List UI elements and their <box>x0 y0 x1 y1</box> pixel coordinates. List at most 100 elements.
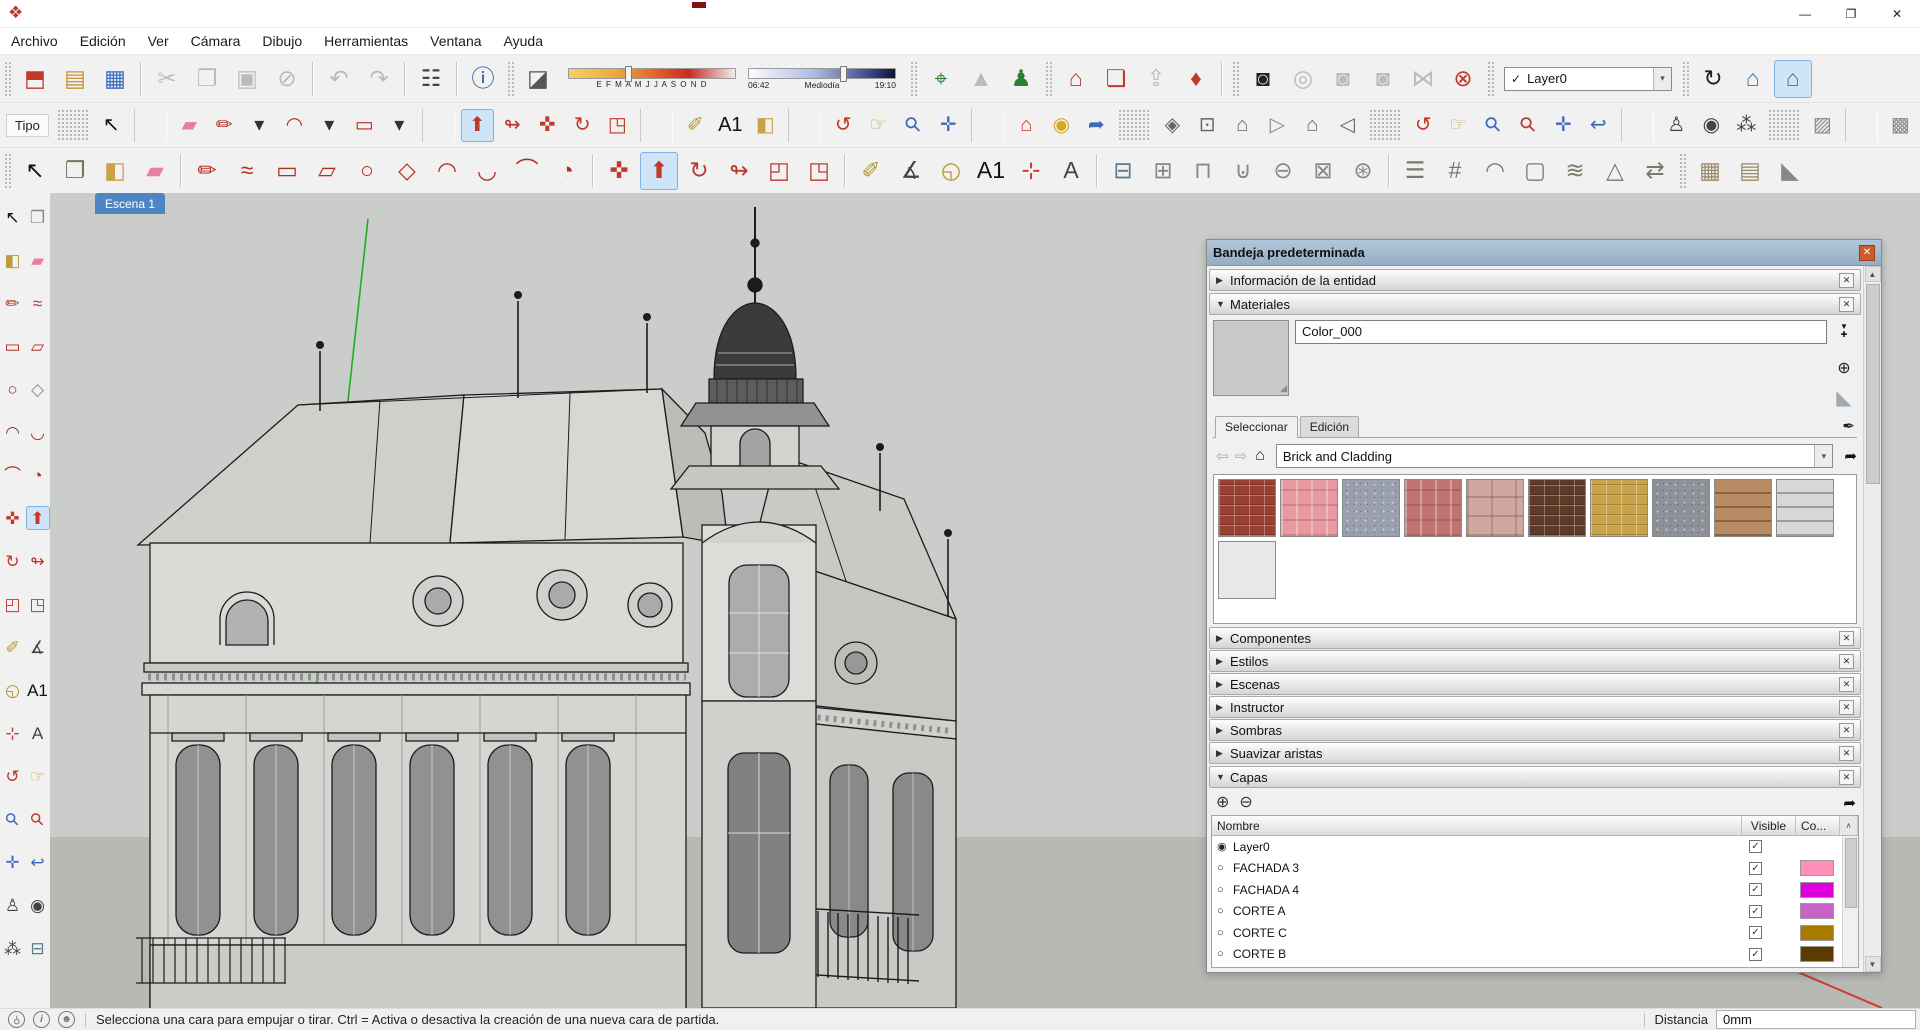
sign-in-icon[interactable]: ☻ <box>58 1011 75 1028</box>
layer-color-swatch[interactable] <box>1800 925 1834 941</box>
redo-button[interactable]: ↷ <box>360 60 398 98</box>
close-icon[interactable]: ✕ <box>1839 631 1854 646</box>
add-building-button[interactable]: ♟ <box>1002 60 1040 98</box>
add-layer-button[interactable]: ⊕ <box>1216 795 1229 811</box>
view-left-button[interactable]: ◁ <box>1331 109 1364 142</box>
look-around-tool[interactable]: ◉ <box>1695 109 1728 142</box>
collapsed-section[interactable]: ▶ Sombras ✕ <box>1209 719 1861 741</box>
select-tool[interactable]: ↖ <box>95 109 128 142</box>
create-camera-button[interactable]: ◙ <box>1244 60 1282 98</box>
layer-visible-checkbox[interactable]: ✓ <box>1749 862 1762 875</box>
detach-pane-icon[interactable]: ➦ <box>1844 447 1857 465</box>
section-materials[interactable]: ▼ Materiales ✕ <box>1209 293 1861 315</box>
date-slider-knob[interactable] <box>625 66 632 82</box>
extension-warehouse-button[interactable]: ♦ <box>1177 60 1215 98</box>
close-icon[interactable]: ✕ <box>1839 770 1854 785</box>
look-around-tool[interactable]: ◉ <box>26 893 50 917</box>
layer-radio[interactable]: ○ <box>1217 905 1233 917</box>
pan-tool[interactable]: ☞ <box>862 109 895 142</box>
section-plane-tool[interactable]: ⊟ <box>26 936 50 960</box>
eraser-tool[interactable]: ▰ <box>26 248 50 272</box>
add-location-button[interactable]: ⌖ <box>922 60 960 98</box>
layer-radio[interactable]: ○ <box>1217 884 1233 896</box>
open-model-button[interactable]: ▤ <box>56 60 94 98</box>
chevron-down-icon[interactable]: ▾ <box>1814 445 1832 467</box>
layers-scrollbar[interactable] <box>1842 836 1858 967</box>
three-point-arc-tool[interactable]: ⌒ <box>508 152 546 190</box>
previous-view-button[interactable]: ↩ <box>1582 109 1615 142</box>
stamp-tool[interactable]: ▢ <box>1516 152 1554 190</box>
dimension-tool[interactable]: ∡ <box>26 635 50 659</box>
swatch-gray-stone[interactable] <box>1652 479 1710 537</box>
polygon-tool[interactable]: ◇ <box>26 377 50 401</box>
paint-bucket-tool[interactable]: ◧ <box>1 248 25 272</box>
follow-me-tool-3[interactable]: ↬ <box>720 152 758 190</box>
share-model-button[interactable]: ⇪ <box>1137 60 1175 98</box>
collapsed-section[interactable]: ▶ Instructor ✕ <box>1209 696 1861 718</box>
solid-subtract-button[interactable]: ⊖ <box>1264 152 1302 190</box>
rotate-tool[interactable]: ↻ <box>566 109 599 142</box>
flip-edge-tool[interactable]: ⇄ <box>1636 152 1674 190</box>
rotate-tool[interactable]: ↻ <box>1 549 25 573</box>
select-tool[interactable]: ↖ <box>1 205 25 229</box>
make-component-button[interactable]: ❐ <box>56 152 94 190</box>
line-tool-3[interactable]: ✏ <box>188 152 226 190</box>
polygon-tool[interactable]: ◇ <box>388 152 426 190</box>
time-slider-knob[interactable] <box>840 66 847 82</box>
walk-tool[interactable]: ⁂ <box>1730 109 1763 142</box>
maximize-button[interactable]: ❐ <box>1828 0 1874 28</box>
move-tool[interactable]: ✜ <box>1 506 25 530</box>
paint-bucket-tool[interactable]: ◧ <box>749 109 782 142</box>
pattern-tool[interactable]: ▤ <box>1731 152 1769 190</box>
eraser-tool-3[interactable]: ▰ <box>136 152 174 190</box>
scroll-up-icon[interactable]: ∧ <box>1840 816 1858 835</box>
tray-title-bar[interactable]: Bandeja predeterminada ✕ <box>1207 240 1881 266</box>
select-tool-3[interactable]: ↖ <box>16 152 54 190</box>
tab-seleccionar[interactable]: Seleccionar <box>1215 416 1298 438</box>
push-pull-tool[interactable]: ⬆ <box>461 109 494 142</box>
expand-arrow-icon[interactable]: ▶ <box>1216 679 1230 690</box>
minimize-button[interactable]: — <box>1782 0 1828 28</box>
collapse-arrow-icon[interactable]: ▼ <box>1216 772 1230 782</box>
camera-preview-button[interactable]: ◙ <box>1364 60 1402 98</box>
model-info-button[interactable]: ⓘ <box>464 60 502 98</box>
offset-tool[interactable]: ◳ <box>601 109 634 142</box>
menu-item[interactable]: Ver <box>137 33 180 49</box>
push-pull-tool[interactable]: ⬆ <box>26 506 50 530</box>
zoom-tool-2[interactable]: ⚲ <box>1477 109 1510 142</box>
swatch-granite-block[interactable] <box>1342 479 1400 537</box>
move-tool-3[interactable]: ✜ <box>600 152 638 190</box>
menu-item[interactable]: Archivo <box>0 33 69 49</box>
back-edges-button[interactable]: ▩ <box>1884 109 1917 142</box>
tray-scrollbar[interactable]: ▲ ▼ <box>1863 266 1881 972</box>
orbit-tool[interactable]: ↺ <box>827 109 860 142</box>
collapse-arrow-icon[interactable]: ▼ <box>1216 299 1230 309</box>
paste-button[interactable]: ▣ <box>228 60 266 98</box>
solid-union-button[interactable]: ⊍ <box>1224 152 1262 190</box>
freehand-tool[interactable]: ≈ <box>26 291 50 315</box>
expand-arrow-icon[interactable]: ▶ <box>1216 725 1230 736</box>
close-icon[interactable]: ✕ <box>1839 746 1854 761</box>
close-icon[interactable]: ✕ <box>1839 297 1854 312</box>
distance-input[interactable]: 0mm <box>1716 1010 1916 1029</box>
tab-edicion[interactable]: Edición <box>1300 416 1359 437</box>
get-models-button-2[interactable]: ⌂ <box>1010 109 1043 142</box>
layer-row[interactable]: ○ CORTE A ✓ <box>1212 901 1842 923</box>
circle-tool[interactable]: ○ <box>1 377 25 401</box>
forward-arrow-icon[interactable]: ⇨ <box>1235 447 1248 465</box>
pan-tool[interactable]: ☞ <box>26 764 50 788</box>
rectangle-tool-3[interactable]: ▭ <box>268 152 306 190</box>
collapsed-section[interactable]: ▶ Componentes ✕ <box>1209 627 1861 649</box>
section-plane-tool[interactable]: ⊟ <box>1104 152 1142 190</box>
toggle-shadows-button[interactable]: ◪ <box>519 60 557 98</box>
view-iso-button[interactable]: ◈ <box>1156 109 1189 142</box>
offset-tool[interactable]: ◳ <box>26 592 50 616</box>
zoom-tool[interactable]: ⚲ <box>1 807 25 831</box>
scroll-up-arrow-icon[interactable]: ▲ <box>1865 266 1881 282</box>
text-tool[interactable]: A1 <box>26 678 50 702</box>
zoom-window-tool[interactable]: ⚲ <box>26 807 50 831</box>
add-detail-tool[interactable]: △ <box>1596 152 1634 190</box>
smoove-tool[interactable]: ◠ <box>1476 152 1514 190</box>
section-rotate-button[interactable]: ↻ <box>1694 60 1732 98</box>
arc-tool[interactable]: ◠ <box>278 109 311 142</box>
